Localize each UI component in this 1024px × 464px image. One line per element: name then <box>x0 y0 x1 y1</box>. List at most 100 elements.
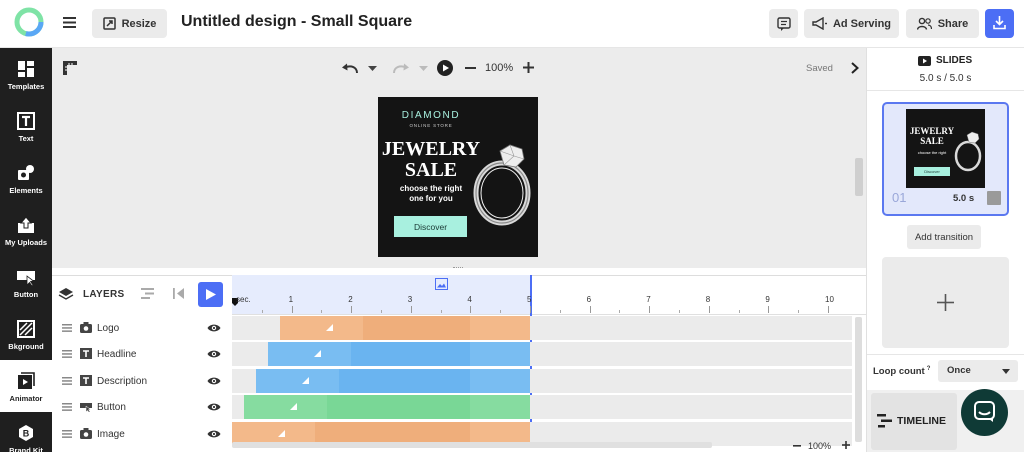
menu-icon[interactable] <box>63 17 76 28</box>
drag-handle-icon[interactable] <box>62 403 72 412</box>
timeline-ruler[interactable]: sec. <box>232 295 866 313</box>
sidebar-item-uploads[interactable]: My Uploads <box>0 204 52 256</box>
animation-in-segment[interactable] <box>243 395 328 420</box>
eye-icon[interactable] <box>207 323 221 333</box>
text-icon <box>17 112 35 130</box>
drag-handle-icon[interactable] <box>62 376 72 385</box>
easing-marker-icon[interactable] <box>313 350 321 358</box>
animation-in-segment[interactable] <box>255 368 340 393</box>
ruler-tick-label: 5 <box>527 295 532 304</box>
animation-hold-segment[interactable] <box>339 368 471 393</box>
animation-out-segment[interactable] <box>470 342 530 367</box>
zoom-out-icon[interactable] <box>465 67 476 69</box>
image-icon[interactable] <box>435 278 448 290</box>
share-button[interactable]: Share <box>906 9 979 38</box>
drag-handle-icon[interactable] <box>62 429 72 438</box>
canvas-scrollbar[interactable] <box>855 158 863 196</box>
timeline-scrollbar[interactable] <box>232 442 712 448</box>
drag-handle-icon[interactable] <box>62 324 72 332</box>
easing-marker-icon[interactable] <box>277 429 285 437</box>
zoom-in-icon[interactable] <box>523 62 534 73</box>
undo-history-chevron-icon[interactable] <box>368 66 377 71</box>
eye-icon[interactable] <box>207 349 221 359</box>
ruler-tick <box>768 306 770 313</box>
loop-count-select[interactable]: Once <box>938 360 1018 382</box>
add-slide-button[interactable] <box>882 257 1009 348</box>
drag-handle-icon[interactable] <box>62 350 72 359</box>
animation-hold-segment[interactable] <box>351 342 471 367</box>
layer-row-button[interactable]: Button <box>52 394 232 420</box>
timeline-vertical-scrollbar[interactable] <box>855 317 862 442</box>
slide-thumbnail[interactable]: JEWELRY SALE choose the right Discover 0… <box>882 102 1009 216</box>
slide-color-swatch[interactable] <box>987 191 1001 205</box>
redo-history-chevron-icon[interactable] <box>419 66 428 71</box>
timeline-zoom-out-icon[interactable] <box>793 445 801 447</box>
align-icon[interactable] <box>141 288 154 299</box>
animation-track[interactable] <box>232 316 852 340</box>
app-logo[interactable] <box>14 6 44 38</box>
left-sidebar: Templates Text Elements My Uploads Butto… <box>0 48 52 455</box>
panel-splitter[interactable] <box>453 267 463 269</box>
download-button[interactable] <box>985 9 1014 38</box>
eye-icon[interactable] <box>207 402 221 412</box>
layer-row-logo[interactable]: Logo <box>52 315 232 341</box>
animation-bar[interactable] <box>255 368 530 393</box>
zoom-level: 100% <box>485 62 514 74</box>
timeline-button-label: TIMELINE <box>897 415 946 427</box>
layer-name: Description <box>97 375 148 387</box>
sidebar-item-animator[interactable]: Animator <box>0 360 52 412</box>
animation-in-segment[interactable] <box>279 316 364 340</box>
timeline-play-button[interactable] <box>198 282 223 307</box>
animation-in-segment[interactable] <box>267 342 352 367</box>
ruler-icon[interactable] <box>62 60 78 76</box>
animation-hold-segment[interactable] <box>327 395 471 420</box>
layer-row-headline[interactable]: Headline <box>52 341 232 367</box>
layer-row-description[interactable]: Description <box>52 368 232 394</box>
ad-cta-button[interactable]: Discover <box>394 216 467 237</box>
sidebar-item-button[interactable]: Button <box>0 256 52 308</box>
animation-out-segment[interactable] <box>470 368 530 393</box>
animation-track[interactable] <box>232 368 852 393</box>
timeline-icon <box>877 414 892 428</box>
timeline-zoom-in-icon[interactable] <box>842 441 850 449</box>
ad-preview[interactable]: DIAMOND ONLINE STORE JEWELRY SALE choose… <box>378 97 538 257</box>
slide-duration[interactable]: 5.0 s <box>953 193 974 204</box>
animation-bar[interactable] <box>243 395 530 420</box>
loop-help-icon[interactable]: ? <box>927 366 931 372</box>
animation-out-segment[interactable] <box>470 395 530 420</box>
sidebar-item-label: Brand Kit <box>9 446 43 455</box>
page-title[interactable]: Untitled design - Small Square <box>181 13 412 31</box>
animation-track[interactable] <box>232 342 852 367</box>
resize-button[interactable]: Resize <box>92 9 167 38</box>
comments-button[interactable] <box>769 9 798 38</box>
chat-button[interactable] <box>961 389 1008 436</box>
users-icon <box>916 17 932 30</box>
sidebar-item-brandkit[interactable]: B Brand Kit <box>0 412 52 464</box>
animation-hold-segment[interactable] <box>363 316 471 340</box>
timeline-button[interactable]: TIMELINE <box>871 393 957 450</box>
redo-icon[interactable] <box>392 62 410 74</box>
eye-icon[interactable] <box>207 376 221 386</box>
ad-serving-button[interactable]: Ad Serving <box>804 9 899 38</box>
layer-row-image[interactable]: Image <box>52 421 232 447</box>
sidebar-item-elements[interactable]: Elements <box>0 152 52 204</box>
sidebar-item-templates[interactable]: Templates <box>0 48 52 100</box>
animation-out-segment[interactable] <box>470 316 530 340</box>
add-transition-button[interactable]: Add transition <box>907 225 981 249</box>
chevron-right-icon[interactable] <box>851 62 859 74</box>
easing-marker-icon[interactable] <box>289 403 297 411</box>
sidebar-item-background[interactable]: Bkground <box>0 308 52 360</box>
play-icon[interactable] <box>437 60 453 76</box>
animation-bar[interactable] <box>279 316 530 340</box>
undo-icon[interactable] <box>341 62 359 74</box>
eye-icon[interactable] <box>207 429 221 439</box>
ruler-tick-label: 10 <box>825 295 834 304</box>
sidebar-item-text[interactable]: Text <box>0 100 52 152</box>
easing-marker-icon[interactable] <box>325 324 333 331</box>
brandkit-icon: B <box>19 425 33 441</box>
animation-track[interactable] <box>232 395 852 420</box>
easing-marker-icon[interactable] <box>301 376 309 384</box>
animation-bar[interactable] <box>267 342 530 367</box>
skip-to-start-icon[interactable] <box>173 288 184 299</box>
ruler-subtick <box>381 310 382 313</box>
